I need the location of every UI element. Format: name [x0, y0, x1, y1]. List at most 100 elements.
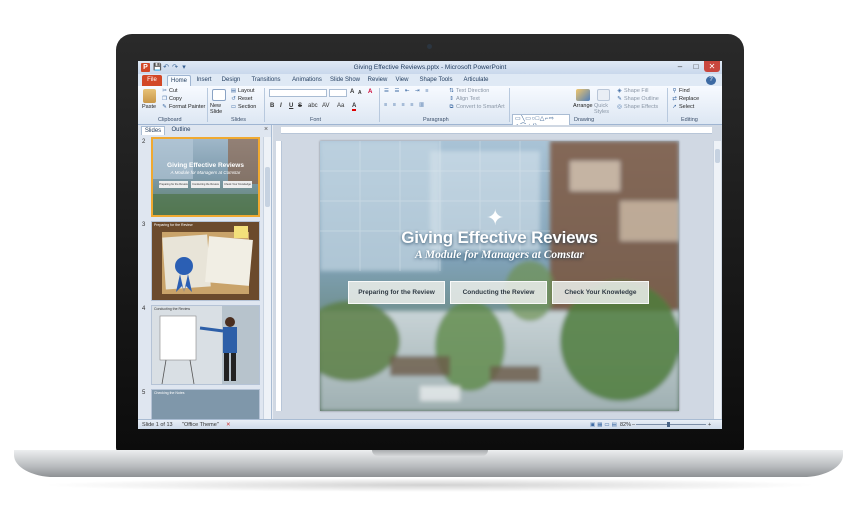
paste-button[interactable]: Paste [142, 104, 156, 111]
clear-format-button[interactable]: A [368, 89, 372, 95]
arrange-button[interactable]: Arrange [573, 103, 593, 110]
view-buttons[interactable]: ▣▦▭▤ [590, 422, 619, 428]
tab-articulate[interactable]: Articulate [460, 75, 492, 86]
shape-outline-label: Shape Outline [624, 96, 659, 102]
convert-smartart-button[interactable]: ⧉ Convert to SmartArt [448, 104, 505, 111]
tab-slides[interactable]: Slides [141, 126, 165, 135]
shrink-font-button[interactable]: A [358, 90, 362, 96]
thumb-title: Giving Effective Reviews [167, 162, 244, 169]
bold-button[interactable]: B [270, 103, 274, 109]
find-button[interactable]: ⚲ Find [671, 88, 689, 95]
align-text-button[interactable]: ⇕ Align Text [448, 96, 480, 103]
minimize-button[interactable]: – [672, 61, 688, 72]
reset-icon: ↺ [231, 96, 236, 102]
grow-font-button[interactable]: A [350, 89, 354, 95]
format-painter-button[interactable]: ✎ Format Painter [161, 104, 205, 111]
thumb-header: Checking the Notes [154, 391, 185, 395]
text-direction-button[interactable]: ⇅ Text Direction [448, 88, 489, 95]
close-button[interactable]: ✕ [704, 61, 720, 72]
reset-button[interactable]: ↺ Reset [230, 96, 252, 103]
tab-animations[interactable]: Animations [289, 75, 325, 86]
font-color-button[interactable]: A [352, 103, 357, 111]
tab-review[interactable]: Review [366, 75, 389, 86]
copy-icon: ❐ [162, 96, 167, 102]
ribbon-separator [264, 88, 265, 122]
quick-styles-icon[interactable] [597, 89, 610, 101]
font-size-field[interactable] [329, 89, 347, 97]
slide-thumbnail-4[interactable]: Conducting the Review [151, 305, 260, 385]
list-buttons[interactable]: ☰ ☰ ⇤ ⇥ ≡ [384, 88, 430, 95]
help-icon[interactable]: ? [706, 76, 716, 85]
tab-design[interactable]: Design [220, 75, 242, 86]
shape-fill-button[interactable]: ◈ Shape Fill [616, 88, 648, 95]
shape-effects-button[interactable]: ◎ Shape Effects [616, 104, 658, 111]
zoom-slider-knob[interactable] [667, 422, 670, 427]
slides-panel: Slides Outline × 2 Giving Effective Revi… [138, 125, 272, 419]
arrange-icon[interactable] [576, 89, 590, 101]
spell-check-icon[interactable]: ✕ [226, 422, 231, 428]
conducting-review-button[interactable]: Conducting the Review [450, 281, 547, 304]
change-case-button[interactable]: Aa [337, 103, 344, 109]
new-slide-button[interactable]: New Slide [210, 103, 230, 115]
slide-thumbnail-2[interactable]: Giving Effective Reviews A Module for Ma… [151, 137, 260, 217]
shape-outline-button[interactable]: ✎ Shape Outline [616, 96, 659, 103]
layout-icon: ▤ [230, 88, 237, 94]
tab-view[interactable]: View [393, 75, 411, 86]
zoom-level[interactable]: 82% [620, 422, 631, 428]
underline-button[interactable]: U [289, 103, 293, 109]
new-slide-icon[interactable] [212, 89, 226, 101]
cut-button[interactable]: ✂ Cut [161, 88, 178, 95]
cut-label: Cut [169, 88, 178, 94]
shape-fill-label: Shape Fill [624, 88, 649, 94]
smartart-icon: ⧉ [449, 104, 454, 110]
layout-label: Layout [238, 88, 255, 94]
tab-insert[interactable]: Insert [194, 75, 214, 86]
panel-close-icon[interactable]: × [264, 126, 268, 133]
select-button[interactable]: ➚ Select [671, 104, 694, 111]
vertical-ruler [276, 141, 282, 411]
paste-icon[interactable] [143, 89, 156, 103]
slide-3-preview [152, 222, 259, 300]
zoom-out-button[interactable]: – [632, 422, 635, 428]
character-spacing-button[interactable]: AV [322, 103, 330, 109]
section-button[interactable]: ▭ Section [230, 104, 256, 111]
strikethrough-button[interactable]: S [298, 103, 302, 109]
editing-group-label: Editing [681, 117, 698, 123]
tab-home[interactable]: Home [167, 75, 191, 86]
replace-icon: ⇄ [672, 96, 677, 102]
section-icon: ▭ [230, 104, 237, 110]
laptop-shadow [40, 478, 820, 492]
check-knowledge-button[interactable]: Check Your Knowledge [552, 281, 649, 304]
current-slide[interactable]: ✦ Giving Effective Reviews A Module for … [320, 141, 679, 411]
slide-background-photo [320, 141, 679, 411]
tab-outline[interactable]: Outline [168, 126, 194, 135]
preparing-review-button[interactable]: Preparing for the Review [348, 281, 445, 304]
main-scrollbar[interactable] [713, 141, 721, 419]
slide-thumbnail-5[interactable]: Checking the Notes [151, 389, 260, 419]
panel-scroll-thumb[interactable] [265, 167, 270, 207]
alignment-buttons[interactable]: ≡ ≡ ≡ ≡ ▥ [384, 102, 426, 109]
slide-thumbnail-3[interactable]: Preparing for the Review [151, 221, 260, 301]
replace-button[interactable]: ⇄ Replace [671, 96, 699, 103]
quick-styles-button[interactable]: Quick Styles [594, 103, 614, 115]
layout-button[interactable]: ▤ Layout [230, 88, 255, 95]
text-shadow-button[interactable]: abc [308, 103, 318, 109]
zoom-slider[interactable] [636, 424, 706, 425]
maximize-button[interactable]: □ [688, 61, 704, 72]
font-group-label: Font [310, 117, 322, 123]
copy-button[interactable]: ❐ Copy [161, 96, 182, 103]
zoom-in-button[interactable]: + [708, 422, 711, 428]
cursor-icon: ➚ [672, 104, 677, 110]
panel-scrollbar[interactable] [263, 137, 271, 419]
thumb-button: Check Your Knowledge [223, 181, 252, 188]
tab-file[interactable]: File [142, 75, 162, 86]
main-scroll-thumb[interactable] [715, 149, 720, 163]
tab-slide-show[interactable]: Slide Show [329, 75, 361, 86]
italic-button[interactable]: I [280, 103, 282, 109]
font-name-field[interactable] [269, 89, 327, 97]
tab-transitions[interactable]: Transitions [248, 75, 284, 86]
paintbrush-icon: ✎ [162, 104, 167, 110]
horizontal-ruler [281, 127, 712, 134]
tab-shape-tools[interactable]: Shape Tools [417, 75, 455, 86]
title-bar: P 💾 ↶ ↷ ▾ Giving Effective Reviews.pptx … [138, 61, 722, 74]
